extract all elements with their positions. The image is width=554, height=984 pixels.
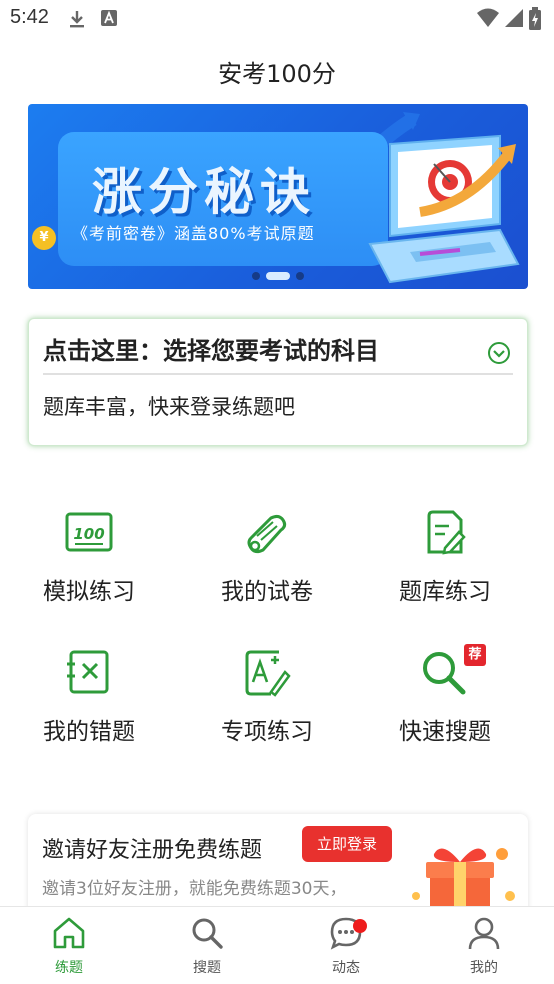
status-icons-left (68, 9, 118, 29)
carousel-indicator (252, 272, 304, 280)
feature-wrong-questions[interactable]: 我的错题 (0, 648, 178, 746)
banner-subtitle: 《考前密卷》涵盖80%考试原题 (72, 224, 315, 243)
subject-select-card[interactable]: 点击这里：选择您要考试的科目 题库丰富，快来登录练题吧 (28, 318, 528, 446)
subject-select-subtitle: 题库丰富，快来登录练题吧 (43, 395, 295, 419)
status-time: 5:42 (10, 6, 49, 28)
scroll-icon (247, 514, 287, 554)
feature-my-papers[interactable]: 我的试卷 (178, 508, 356, 606)
svg-text:100: 100 (73, 525, 104, 543)
bottom-nav: 练题 搜题 动态 我的 (0, 906, 554, 984)
nav-updates[interactable]: 动态 (306, 915, 386, 977)
status-icons-right (476, 7, 542, 31)
feature-label: 题库练习 (399, 579, 491, 605)
feature-quick-search[interactable]: 荐 快速搜题 (356, 644, 534, 746)
home-icon (53, 917, 85, 949)
feature-special-practice[interactable]: 专项练习 (178, 648, 356, 746)
banner-headline: 涨分秘诀 (92, 163, 316, 221)
invite-subtitle: 邀请3位好友注册，就能免费练题30天， (42, 879, 347, 899)
coin-icon: ¥ (32, 226, 56, 250)
feature-label: 模拟练习 (43, 579, 135, 605)
divider (43, 373, 513, 375)
edit-document-icon (427, 510, 466, 555)
download-icon (70, 11, 84, 28)
page-title: 安考100分 (218, 60, 336, 88)
nav-label: 我的 (470, 960, 498, 976)
score-100-icon: 100 (65, 512, 113, 552)
feature-label: 我的错题 (43, 719, 135, 745)
feature-question-bank[interactable]: 题库练习 (356, 508, 534, 606)
battery-icon (529, 7, 541, 30)
notification-dot (353, 919, 367, 933)
feature-label: 快速搜题 (399, 719, 491, 745)
chevron-down-icon[interactable] (487, 341, 511, 365)
grade-a-plus-icon (245, 650, 291, 697)
nav-label: 动态 (332, 960, 360, 976)
status-bar: 5:42 (0, 0, 554, 40)
nav-label: 练题 (55, 960, 83, 976)
carousel-dot-active[interactable] (266, 272, 290, 280)
carousel-dot[interactable] (252, 272, 260, 280)
a-icon (101, 10, 117, 26)
recommend-badge: 荐 (464, 644, 486, 666)
subject-select-title: 点击这里：选择您要考试的科目 (43, 337, 379, 365)
laptop-target-icon (368, 134, 520, 284)
carousel-dot[interactable] (296, 272, 304, 280)
login-now-button[interactable]: 立即登录 (302, 826, 392, 862)
nav-practice[interactable]: 练题 (29, 915, 109, 977)
feature-label: 专项练习 (221, 719, 313, 745)
search-icon (192, 918, 223, 949)
feature-label: 我的试卷 (221, 579, 313, 605)
promo-banner[interactable]: 涨分秘诀 《考前密卷》涵盖80%考试原题 ¥ (28, 104, 528, 289)
wrong-question-icon (67, 650, 109, 694)
feature-mock-exam[interactable]: 100 模拟练习 (0, 508, 178, 606)
nav-mine[interactable]: 我的 (444, 915, 524, 977)
user-icon (468, 917, 500, 950)
wifi-icon (477, 8, 499, 27)
signal-icon (505, 9, 523, 27)
nav-label: 搜题 (193, 960, 221, 976)
nav-search[interactable]: 搜题 (167, 915, 247, 977)
invite-title: 邀请好友注册免费练题 (42, 838, 263, 863)
